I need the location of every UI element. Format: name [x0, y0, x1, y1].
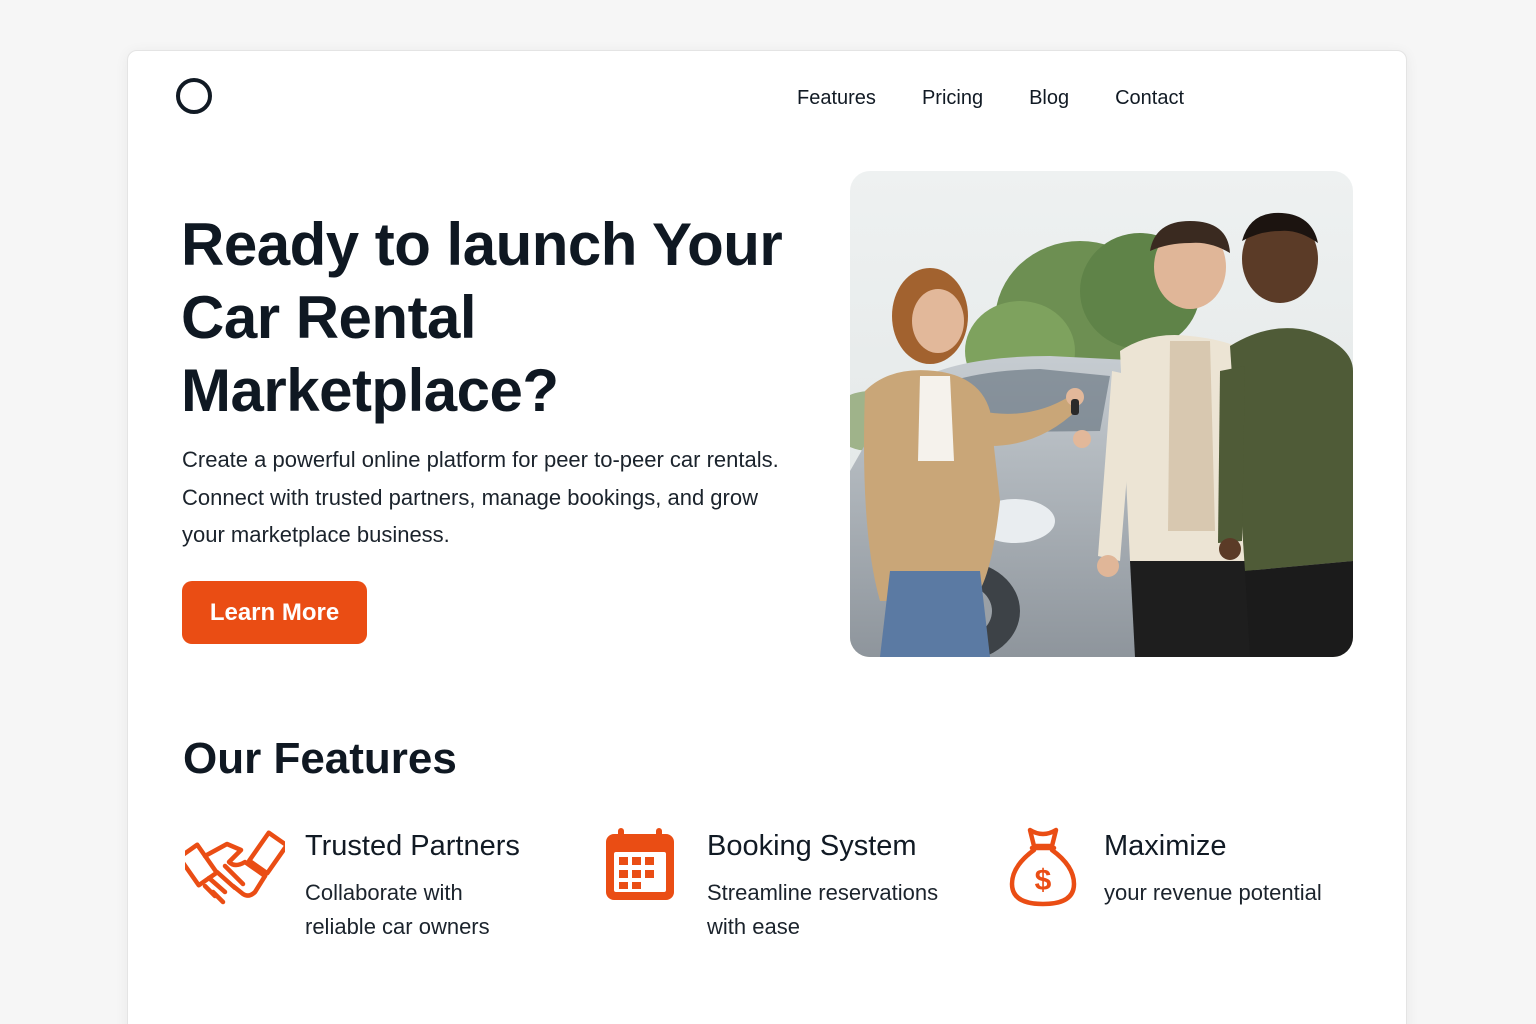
- feature-description: Streamline reservations with ease: [707, 880, 939, 939]
- nav-link-contact[interactable]: Contact: [1115, 85, 1184, 111]
- learn-more-button[interactable]: Learn More: [182, 581, 367, 644]
- feature-title: Maximize: [1104, 830, 1227, 862]
- feature-title: Trusted Partners: [305, 830, 520, 862]
- hero-image: [850, 171, 1353, 657]
- main-nav: Features Pricing Blog Contact: [797, 85, 1230, 111]
- calendar-icon: [604, 826, 676, 907]
- money-bag-icon: $: [1008, 826, 1078, 913]
- hero-title: Ready to launch Your Car Rental Marketpl…: [181, 211, 783, 424]
- circle-logo-icon[interactable]: [176, 78, 212, 114]
- svg-text:$: $: [1035, 864, 1052, 897]
- features-title: Our Features: [183, 734, 457, 783]
- feature-description: Collaborate with reliable car owners: [305, 880, 490, 939]
- nav-link-blog[interactable]: Blog: [1029, 85, 1069, 111]
- nav-link-features[interactable]: Features: [797, 85, 876, 111]
- feature-description: your revenue potential: [1104, 880, 1322, 905]
- handshake-icon: [176, 826, 290, 921]
- landing-page-card: Features Pricing Blog Contact Ready to l…: [127, 50, 1407, 1024]
- hero-description: Create a powerful online platform for pe…: [182, 447, 779, 547]
- nav-link-pricing[interactable]: Pricing: [922, 85, 983, 111]
- feature-title: Booking System: [707, 830, 917, 862]
